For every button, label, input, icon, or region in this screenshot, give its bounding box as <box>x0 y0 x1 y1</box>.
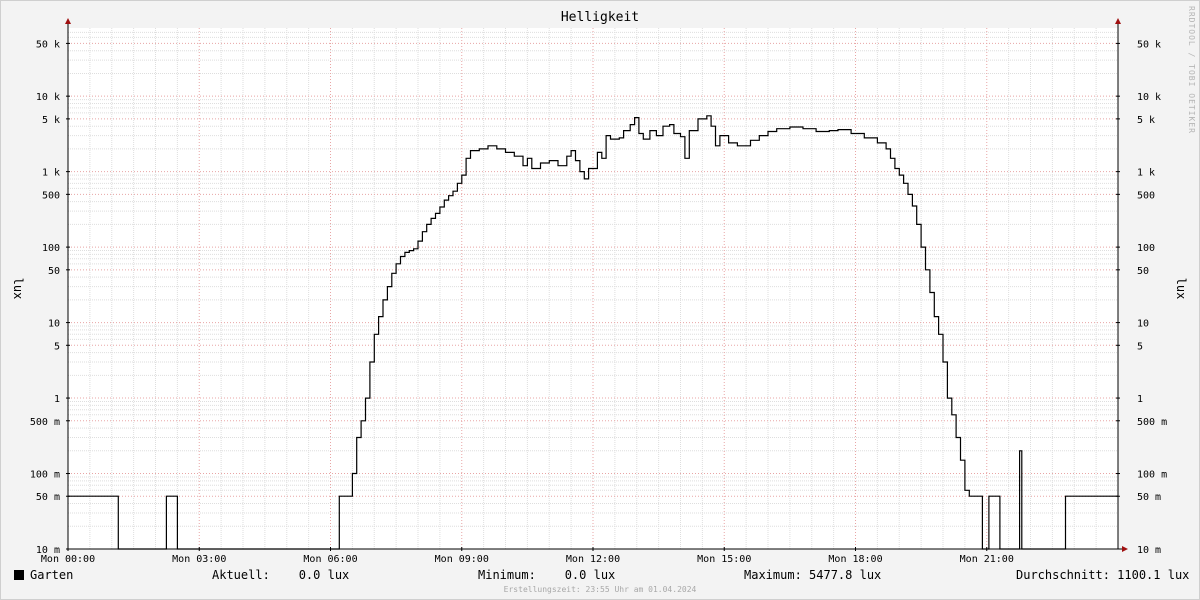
y-tick-label-right: 500 m <box>1137 417 1167 428</box>
y-axis-left-arrow <box>65 18 71 24</box>
y-tick-label: 100 m <box>30 470 60 481</box>
rrdtool-watermark: RRDTOOL / TOBI OETIKER <box>1187 6 1196 134</box>
x-tick-label: Mon 15:00 <box>697 554 751 565</box>
x-tick-label: Mon 06:00 <box>303 554 357 565</box>
y-tick-label: 50 m <box>36 492 60 503</box>
y-tick-label-right: 1 k <box>1137 168 1155 179</box>
y-tick-label-right: 100 <box>1137 243 1155 254</box>
y-tick-label-right: 500 <box>1137 190 1155 201</box>
legend-swatch <box>14 570 24 580</box>
x-tick-label: Mon 21:00 <box>960 554 1014 565</box>
y-tick-label-right: 1 <box>1137 394 1143 405</box>
x-tick-label: Mon 03:00 <box>172 554 226 565</box>
grid-layer <box>67 28 1119 550</box>
y-tick-label: 500 m <box>30 417 60 428</box>
legend-maximum: Maximum: 5477.8 lux <box>744 568 882 582</box>
y-tick-label-right: 10 <box>1137 319 1149 330</box>
y-axis-label-left: lux <box>11 278 25 300</box>
y-tick-label-right: 10 k <box>1137 92 1161 103</box>
legend-current: Aktuell: 0.0 lux <box>212 568 350 582</box>
y-tick-label: 10 k <box>36 92 60 103</box>
y-tick-label-right: 50 m <box>1137 492 1161 503</box>
y-tick-label: 5 <box>54 341 60 352</box>
chart-svg: 10 m 10 m50 m 50 m100 m 100 m500 m 500 m1 15 5… <box>11 18 1188 565</box>
y-tick-label: 1 k <box>42 168 60 179</box>
y-tick-label: 10 <box>48 319 60 330</box>
y-tick-label: 100 <box>42 243 60 254</box>
legend-minimum: Minimum: 0.0 lux <box>478 568 616 582</box>
legend-series-name: Garten <box>30 568 74 582</box>
y-tick-label: 50 k <box>36 39 60 50</box>
y-tick-label-right: 5 k <box>1137 115 1155 126</box>
x-axis-arrow <box>1122 546 1128 552</box>
y-tick-label-right: 5 <box>1137 341 1143 352</box>
y-axis-right-arrow <box>1115 18 1121 24</box>
y-tick-label: 50 <box>48 266 60 277</box>
x-tick-label: Mon 12:00 <box>566 554 620 565</box>
creation-time: Erstellungszeit: 23:55 Uhr am 01.04.2024 <box>503 585 697 594</box>
x-tick-label: Mon 09:00 <box>435 554 489 565</box>
y-tick-label-right: 10 m <box>1137 545 1161 556</box>
x-tick-label: Mon 00:00 <box>41 554 95 565</box>
legend: Garten Aktuell: 0.0 lux Minimum: 0.0 lux… <box>0 567 1200 583</box>
x-tick-label: Mon 18:00 <box>828 554 882 565</box>
y-tick-label-right: 50 <box>1137 266 1149 277</box>
y-tick-label-right: 100 m <box>1137 470 1167 481</box>
y-tick-label: 500 <box>42 190 60 201</box>
y-tick-label: 5 k <box>42 115 60 126</box>
y-tick-label-right: 50 k <box>1137 39 1161 50</box>
y-axis-label-right: lux <box>1174 278 1188 300</box>
legend-average: Durchschnitt: 1100.1 lux <box>1016 568 1190 582</box>
y-tick-label: 1 <box>54 394 60 405</box>
